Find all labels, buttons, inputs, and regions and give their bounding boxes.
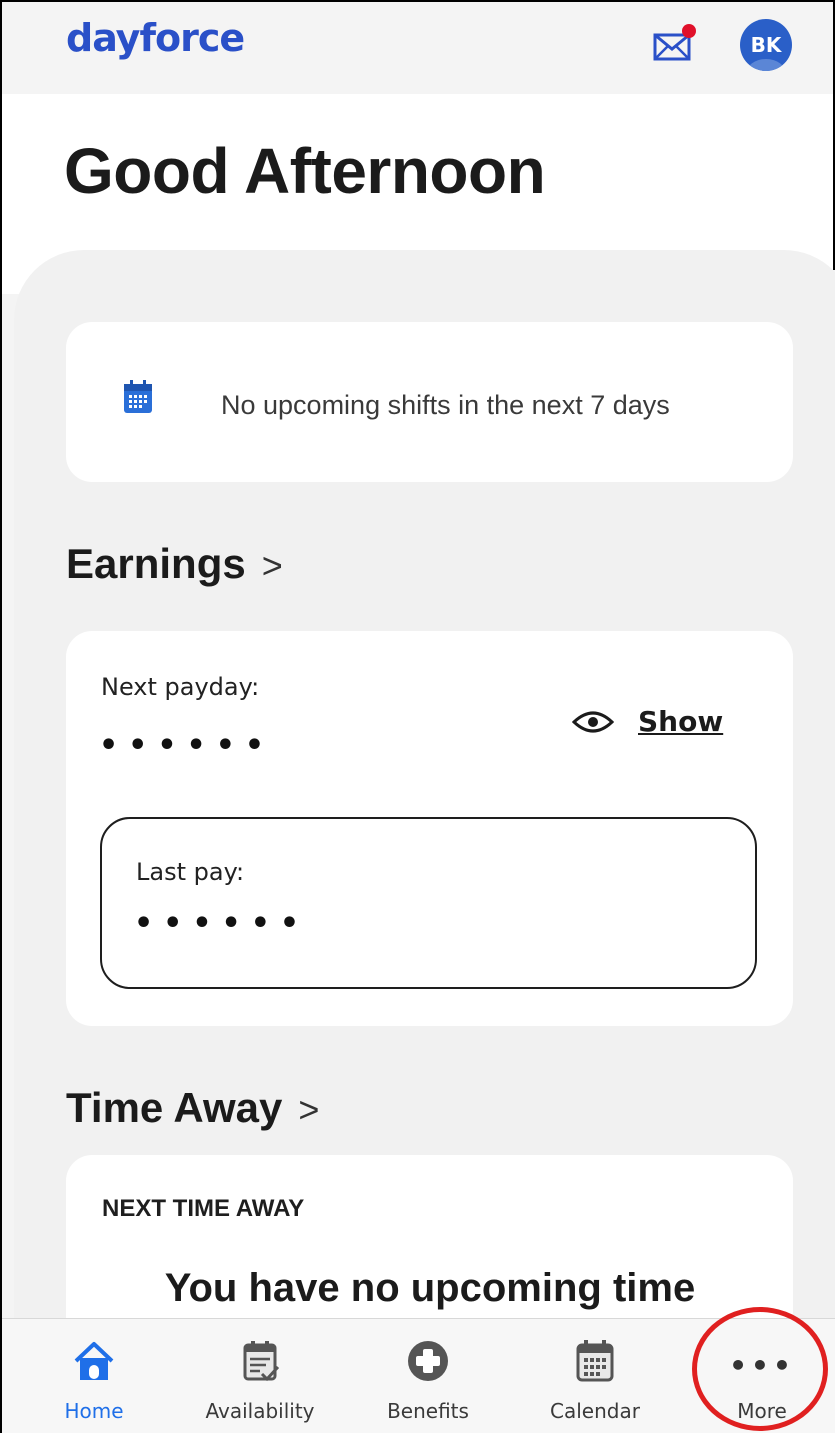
availability-icon bbox=[243, 1341, 280, 1382]
more-icon: ••• bbox=[729, 1349, 795, 1382]
no-time-away-message: You have no upcoming time bbox=[164, 1266, 696, 1310]
frame-border bbox=[0, 0, 2, 1433]
benefits-icon bbox=[408, 1341, 448, 1381]
tab-calendar[interactable]: Calendar bbox=[525, 1319, 665, 1433]
show-button[interactable]: Show bbox=[572, 705, 723, 738]
time-away-title: Time Away bbox=[66, 1084, 283, 1131]
dayforce-logo[interactable]: dayforce bbox=[66, 16, 245, 60]
tab-home-label: Home bbox=[64, 1399, 124, 1423]
upcoming-shifts-card[interactable]: No upcoming shifts in the next 7 days bbox=[66, 322, 793, 482]
tab-availability[interactable]: Availability bbox=[190, 1319, 330, 1433]
avatar-initials: BK bbox=[750, 33, 782, 57]
earnings-heading[interactable]: Earnings > bbox=[66, 540, 283, 588]
tab-benefits[interactable]: Benefits bbox=[358, 1319, 498, 1433]
next-payday-value: •••••• bbox=[99, 728, 275, 763]
next-payday-label: Next payday: bbox=[101, 673, 260, 701]
notification-dot bbox=[682, 24, 696, 38]
last-pay-box bbox=[100, 817, 757, 989]
tab-calendar-label: Calendar bbox=[550, 1399, 640, 1423]
last-pay-label: Last pay: bbox=[136, 858, 245, 886]
bottom-tab-bar: Home Availability Benefits Calendar ••• … bbox=[0, 1318, 835, 1433]
last-pay-value: •••••• bbox=[134, 906, 310, 941]
calendar-icon bbox=[124, 380, 152, 413]
top-bar: dayforce BK bbox=[2, 2, 833, 94]
chevron-right-icon: > bbox=[298, 1089, 320, 1130]
avatar[interactable]: BK bbox=[740, 19, 792, 71]
chevron-right-icon: > bbox=[261, 545, 283, 586]
calendar-icon bbox=[576, 1340, 614, 1382]
page-title: Good Afternoon bbox=[64, 135, 546, 207]
tab-benefits-label: Benefits bbox=[387, 1399, 469, 1423]
earnings-title: Earnings bbox=[66, 540, 246, 587]
tab-more[interactable]: ••• More bbox=[692, 1319, 832, 1433]
frame-border bbox=[0, 0, 835, 2]
app-screen: dayforce BK Good Afternoon No upcoming s… bbox=[0, 0, 835, 1433]
show-label: Show bbox=[638, 705, 724, 738]
shifts-message: No upcoming shifts in the next 7 days bbox=[221, 390, 670, 420]
next-time-away-label: NEXT TIME AWAY bbox=[102, 1195, 305, 1222]
home-icon bbox=[74, 1342, 114, 1380]
mail-icon[interactable] bbox=[652, 24, 696, 64]
eye-icon bbox=[572, 711, 614, 732]
tab-more-label: More bbox=[737, 1399, 787, 1423]
tab-availability-label: Availability bbox=[205, 1399, 315, 1423]
time-away-heading[interactable]: Time Away > bbox=[66, 1084, 319, 1132]
tab-home[interactable]: Home bbox=[24, 1319, 164, 1433]
